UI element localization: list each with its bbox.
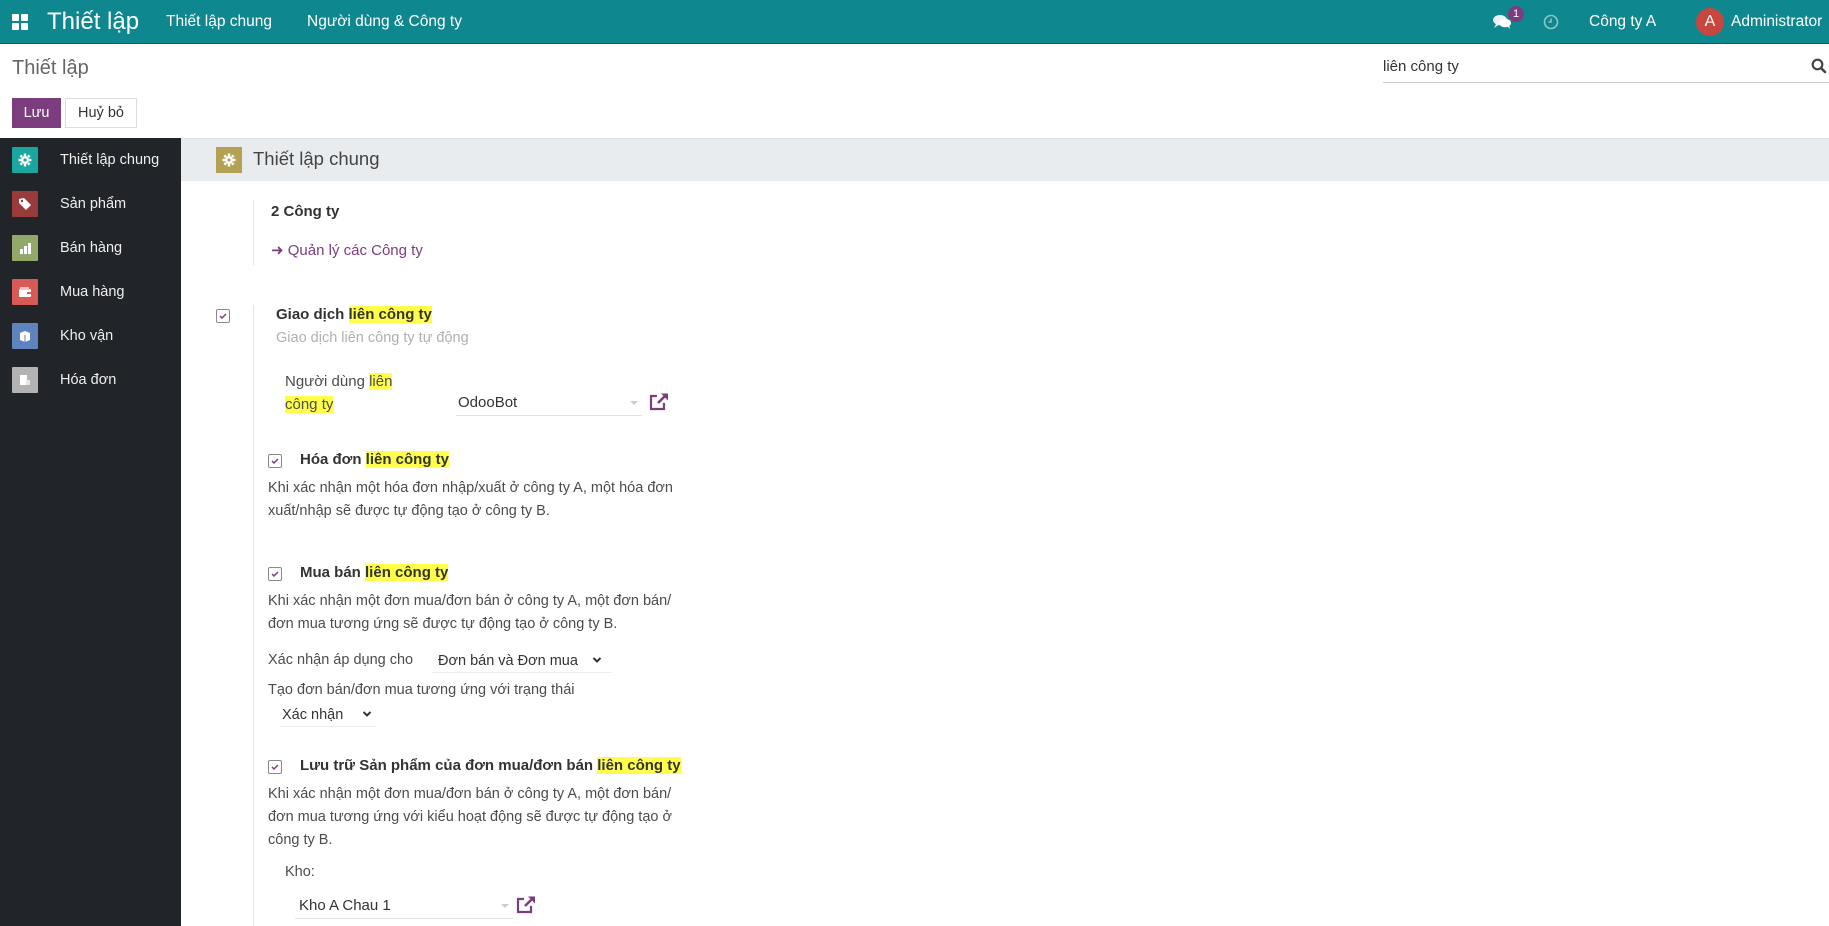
highlight: liên công ty: [348, 306, 432, 323]
wallet-icon: [12, 279, 38, 305]
sidebar-item-general-settings[interactable]: Thiết lập chung: [0, 140, 181, 180]
menu-users-companies[interactable]: Người dùng & Công ty: [307, 0, 462, 44]
chevron-down-icon: [362, 707, 372, 723]
gear-icon: [216, 147, 242, 173]
create-state-select[interactable]: Xác nhận: [280, 703, 376, 727]
sidebar-item-label: Bán hàng: [60, 240, 123, 256]
sales-purchase-checkbox[interactable]: [268, 567, 282, 581]
chevron-down-icon: [592, 653, 602, 669]
tag-icon: [12, 191, 38, 217]
warehouse-checkbox[interactable]: [268, 760, 282, 774]
sidebar-item-label: Kho vận: [60, 328, 114, 344]
activity-clock-icon[interactable]: [1543, 0, 1559, 44]
warehouse-title: Lưu trữ Sản phẩm của đơn mua/đơn bán liê…: [300, 757, 681, 774]
save-button[interactable]: Lưu: [12, 98, 61, 128]
user-value: OdooBot: [458, 394, 518, 411]
invoices-desc-line1: Khi xác nhận một hóa đơn nhập/xuất ở côn…: [268, 480, 673, 496]
sidebar-item-inventory[interactable]: Kho vận: [0, 316, 181, 356]
gear-icon: [12, 147, 38, 173]
title-text: Giao dịch: [276, 306, 349, 323]
search-icon[interactable]: [1811, 58, 1827, 79]
apply-for-label: Xác nhận áp dụng cho: [268, 652, 414, 668]
external-link-icon[interactable]: [515, 895, 537, 920]
label-text: Người dùng: [285, 373, 370, 390]
cancel-button[interactable]: Huỷ bỏ: [65, 98, 137, 128]
divider: [253, 305, 254, 926]
warehouse-desc-line1: Khi xác nhận một đơn mua/đơn bán ở công …: [268, 786, 672, 802]
inter-company-checkbox[interactable]: [216, 309, 230, 323]
page-title: Thiết lập: [12, 57, 89, 79]
chart-icon: [12, 235, 38, 261]
user-menu[interactable]: Administrator: [1731, 0, 1822, 44]
apps-menu-icon[interactable]: [12, 0, 30, 44]
invoice-icon: [12, 367, 38, 393]
top-navbar: Thiết lập Thiết lập chung Người dùng & C…: [0, 0, 1829, 44]
highlight: liên công ty: [365, 451, 450, 468]
warehouse-desc-line3: công ty B.: [268, 832, 333, 848]
sidebar-item-label: Mua hàng: [60, 284, 125, 300]
sidebar-item-purchase[interactable]: Mua hàng: [0, 272, 181, 312]
chat-icon[interactable]: [1492, 0, 1512, 44]
invoices-title: Hóa đơn liên công ty: [300, 451, 450, 468]
avatar[interactable]: A: [1696, 8, 1724, 36]
dropdown-caret-icon: [501, 904, 509, 908]
title-text: Mua bán: [300, 564, 366, 581]
sidebar-item-label: Hóa đơn: [60, 372, 117, 388]
sidebar-item-invoicing[interactable]: Hóa đơn: [0, 360, 181, 400]
menu-general-settings[interactable]: Thiết lập chung: [166, 0, 272, 44]
highlight: liên: [369, 373, 393, 390]
highlight: công ty: [285, 396, 334, 413]
highlight: liên công ty: [597, 757, 681, 774]
app-title[interactable]: Thiết lập: [47, 0, 139, 44]
inter-company-title: Giao dịch liên công ty: [276, 306, 432, 323]
manage-companies-label: Quản lý các Công ty: [287, 242, 423, 259]
highlight: liên công ty: [365, 564, 449, 581]
box-icon: [12, 323, 38, 349]
invoices-desc-line2: xuất/nhập sẽ được tự động tạo ở công ty …: [268, 503, 550, 519]
company-switcher[interactable]: Công ty A: [1589, 0, 1656, 44]
title-text: Hóa đơn: [300, 451, 366, 468]
inter-company-user-select[interactable]: OdooBot: [456, 390, 642, 416]
section-title: Thiết lập chung: [253, 148, 380, 169]
companies-count: 2 Công ty: [271, 203, 340, 220]
sidebar-item-label: Sản phẩm: [60, 196, 127, 212]
inter-company-description: Giao dịch liên công ty tự động: [276, 330, 469, 346]
search-input[interactable]: [1383, 52, 1783, 80]
invoices-checkbox[interactable]: [268, 454, 282, 468]
sales-purchase-title: Mua bán liên công ty: [300, 564, 449, 581]
title-text: Lưu trữ Sản phẩm của đơn mua/đơn bán: [300, 757, 598, 774]
chat-badge: 1: [1508, 6, 1524, 22]
search-bar: [1383, 52, 1829, 83]
sales-purchase-desc-line2: đơn mua tương ứng sẽ được tự động tạo ở …: [268, 616, 618, 632]
create-state-value: Xác nhận: [282, 706, 344, 723]
create-state-label: Tạo đơn bán/đơn mua tương ứng với trạng …: [268, 682, 575, 698]
sidebar-item-label: Thiết lập chung: [60, 152, 160, 168]
warehouse-label: Kho:: [285, 864, 315, 880]
settings-sidebar: Thiết lập chung Sản phẩm Bán hàng Mua hà…: [0, 138, 181, 926]
manage-companies-link[interactable]: ➜ Quản lý các Công ty: [271, 241, 423, 259]
section-header: Thiết lập chung: [181, 138, 1829, 181]
warehouse-value: Kho A Chau 1: [299, 897, 391, 914]
external-link-icon[interactable]: [648, 392, 670, 417]
arrow-right-icon: ➜: [271, 242, 284, 259]
inter-company-user-label: Người dùng liên công ty: [285, 370, 393, 416]
divider: [253, 200, 254, 265]
warehouse-select[interactable]: Kho A Chau 1: [295, 893, 513, 919]
apply-for-value: Đơn bán và Đơn mua: [438, 652, 578, 669]
sidebar-item-sales[interactable]: Bán hàng: [0, 228, 181, 268]
sidebar-item-products[interactable]: Sản phẩm: [0, 184, 181, 224]
apply-for-select[interactable]: Đơn bán và Đơn mua: [432, 649, 612, 673]
warehouse-desc-line2: đơn mua tương ứng với kiểu hoạt động sẽ …: [268, 809, 672, 825]
sales-purchase-desc-line1: Khi xác nhận một đơn mua/đơn bán ở công …: [268, 593, 672, 609]
dropdown-caret-icon: [630, 401, 638, 405]
